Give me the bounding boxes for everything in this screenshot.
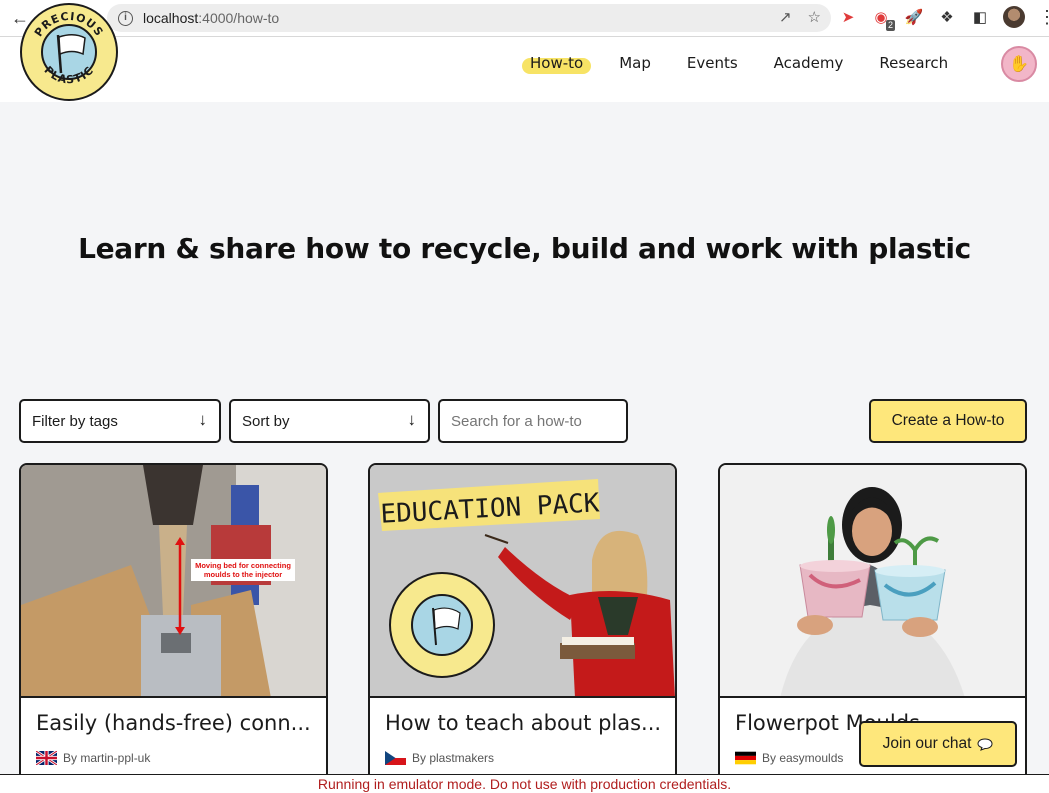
card-author-name[interactable]: By martin-ppl-uk — [63, 751, 150, 765]
card-image: Moving bed for connecting moulds to the … — [21, 465, 326, 698]
user-avatar[interactable]: ✋ — [1001, 46, 1037, 82]
nav-research[interactable]: Research — [861, 52, 966, 74]
nav-events[interactable]: Events — [669, 52, 756, 74]
extension-arrow-icon[interactable]: ➤ — [838, 7, 858, 27]
extension-badge-count: 2 — [885, 20, 895, 31]
how-to-card[interactable]: Moving bed for connecting moulds to the … — [19, 463, 328, 793]
flag-uk-icon — [36, 751, 57, 765]
nav-how-to-label: How-to — [530, 54, 584, 72]
browser-toolbar: ← → ↻ i localhost:4000/how-to ↗ ☆ ➤ ◉2 🚀… — [0, 0, 1049, 37]
nav-map[interactable]: Map — [601, 52, 669, 74]
main-nav: How-to Map Events Academy Research — [512, 52, 966, 74]
search-placeholder: Search for a how-to — [451, 412, 582, 430]
join-chat-button[interactable]: Join our chat — [859, 721, 1017, 767]
profile-avatar[interactable] — [1003, 6, 1025, 28]
how-to-card[interactable]: EDUCATION PACK How to teach about plas..… — [368, 463, 677, 793]
page-title: Learn & share how to recycle, build and … — [78, 232, 971, 265]
arrow-down-icon: ↓ — [198, 410, 208, 429]
card-author-name[interactable]: By easymoulds — [762, 751, 843, 765]
nav-map-label: Map — [619, 54, 651, 72]
bookmark-star-icon[interactable]: ☆ — [808, 8, 821, 26]
filter-tags-label: Filter by tags — [32, 412, 118, 430]
arrow-down-icon: ↓ — [407, 410, 417, 429]
extension-badge-icon[interactable]: ◉ 2 — [871, 7, 895, 31]
nav-academy[interactable]: Academy — [756, 52, 862, 74]
speech-bubble-icon — [977, 737, 993, 751]
card-image — [720, 465, 1025, 698]
create-how-to-button[interactable]: Create a How-to — [869, 399, 1027, 443]
url-text[interactable]: localhost:4000/how-to — [143, 10, 279, 26]
site-info-icon[interactable]: i — [118, 10, 133, 26]
card-author: By martin-ppl-uk — [36, 751, 150, 765]
search-input[interactable]: Search for a how-to — [438, 399, 628, 443]
card-author: By plastmakers — [385, 751, 494, 765]
nav-research-label: Research — [879, 54, 949, 72]
share-icon[interactable]: ↗ — [779, 8, 792, 26]
card-title: How to teach about plas... — [385, 711, 662, 735]
nav-academy-label: Academy — [773, 54, 844, 72]
card-author: By easymoulds — [735, 751, 843, 765]
join-chat-label: Join our chat — [882, 735, 972, 752]
card-title: Easily (hands-free) conn... — [36, 711, 311, 735]
card-image: EDUCATION PACK — [370, 465, 675, 698]
image-caption: Moving bed for connecting moulds to the … — [195, 561, 291, 579]
flag-cz-icon — [385, 751, 406, 765]
rocket-icon[interactable]: 🚀 — [904, 7, 924, 27]
emulator-warning-banner: Running in emulator mode. Do not use wit… — [0, 774, 1049, 793]
nav-events-label: Events — [686, 54, 738, 72]
precious-plastic-logo[interactable]: PRECIOUS PLASTIC — [19, 2, 119, 102]
side-panel-icon[interactable]: ◧ — [970, 7, 990, 27]
address-bar[interactable]: i localhost:4000/how-to ↗ ☆ — [107, 4, 831, 32]
menu-kebab-icon[interactable]: ⋮ — [1038, 7, 1049, 28]
sort-by-label: Sort by — [242, 412, 290, 430]
puzzle-extensions-icon[interactable]: ❖ — [937, 7, 957, 27]
nav-how-to[interactable]: How-to — [512, 52, 601, 74]
site-header: How-to Map Events Academy Research ✋ — [0, 37, 1049, 102]
card-author-name[interactable]: By plastmakers — [412, 751, 494, 765]
url-path: :4000/how-to — [198, 10, 280, 26]
filter-tags-select[interactable]: Filter by tags ↓ — [19, 399, 221, 443]
url-host: localhost — [143, 10, 199, 26]
sort-by-select[interactable]: Sort by ↓ — [229, 399, 430, 443]
flag-de-icon — [735, 751, 756, 765]
